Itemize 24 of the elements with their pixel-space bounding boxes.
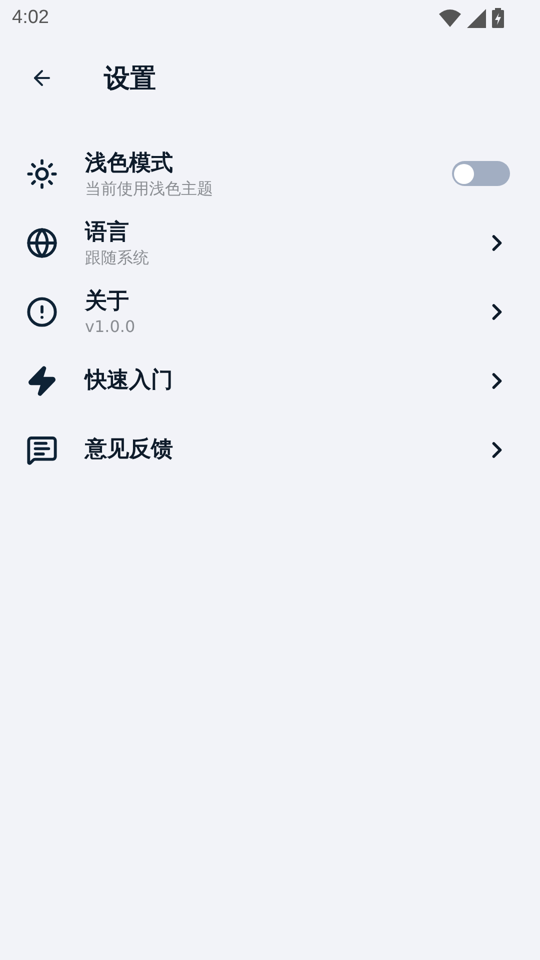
item-title: 快速入门: [85, 366, 174, 394]
signal-icon: [467, 8, 486, 28]
battery-icon: [492, 8, 504, 28]
alert-icon: [26, 296, 58, 328]
settings-item[interactable]: 意见反馈: [0, 415, 540, 484]
item-subtitle: 跟随系统: [85, 248, 150, 268]
item-subtitle: 当前使用浅色主题: [85, 178, 214, 198]
message-icon: [26, 434, 58, 466]
lightning-icon: [26, 364, 58, 396]
toggle-switch[interactable]: [452, 161, 510, 186]
item-title: 语言: [85, 218, 130, 246]
page-title: 设置: [104, 62, 156, 96]
status-time: 4:02: [12, 7, 49, 29]
settings-item[interactable]: 语言 跟随系统: [0, 208, 540, 277]
item-title: 浅色模式: [85, 150, 174, 178]
settings-item[interactable]: 浅色模式 当前使用浅色主题: [0, 139, 540, 208]
globe-icon: [26, 226, 58, 258]
item-title: 关于: [85, 288, 130, 316]
sun-icon: [26, 158, 58, 190]
wifi-icon: [439, 9, 461, 27]
item-title: 意见反馈: [85, 436, 174, 464]
settings-item[interactable]: 关于 v1.0.0: [0, 277, 540, 346]
item-subtitle: v1.0.0: [85, 316, 136, 336]
settings-item[interactable]: 快速入门: [0, 346, 540, 415]
